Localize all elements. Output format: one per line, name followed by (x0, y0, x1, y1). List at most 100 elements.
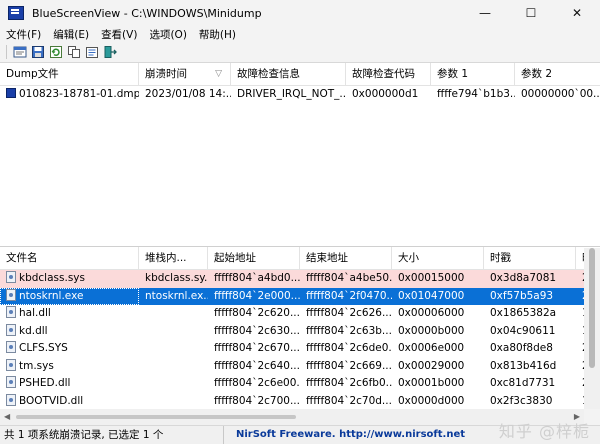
timestamp-cell: 0xf57b5a93 (490, 289, 554, 302)
driver-row[interactable]: kbdclass.sys kbdclass.sy... fffff804`a4bd0… (0, 270, 600, 288)
properties-icon[interactable] (85, 45, 99, 59)
column-header-size[interactable]: 大小 (392, 247, 484, 269)
file-icon (6, 376, 16, 388)
close-button[interactable]: ✕ (554, 0, 600, 26)
dump-file-name: 010823-18781-01.dmp (19, 88, 139, 100)
filename-cell: CLFS.SYS (0, 340, 139, 358)
dump-list-pane[interactable]: Dump文件 崩溃时间 ▽ 故障检查信息 故障检查代码 参数 1 参数 2 01… (0, 63, 600, 247)
column-header-filename[interactable]: 文件名 (0, 247, 139, 269)
stack-cell (139, 305, 208, 323)
end-address-cell: fffff804`2c626... (306, 307, 392, 319)
param1-cell: ffffe794`b1b3... (437, 88, 515, 100)
timestamp-cell: 0x1865382a (490, 307, 557, 319)
maximize-button[interactable]: ☐ (508, 0, 554, 26)
size-cell: 0x0006e000 (398, 342, 465, 354)
filename-cell: ntoskrnl.exe (0, 287, 139, 305)
driver-row[interactable]: hal.dll fffff804`2c620... fffff804`2c626..… (0, 305, 600, 323)
menu-view[interactable]: 查看(V) (95, 27, 143, 42)
watermark: 知乎 @梓栀 (498, 422, 590, 441)
menu-options[interactable]: 选项(O) (143, 27, 192, 42)
driver-row[interactable]: kd.dll fffff804`2c630... fffff804`2c63b...… (0, 323, 600, 341)
exit-icon[interactable] (103, 45, 117, 59)
driver-row[interactable]: ntoskrnl.exe ntoskrnl.ex... fffff804`2e000… (0, 287, 600, 305)
column-header-stack[interactable]: 堆栈内... (139, 247, 208, 269)
column-header-crash-time[interactable]: 崩溃时间 ▽ (139, 63, 231, 85)
size-cell: 0x00006000 (398, 307, 465, 319)
driver-list-pane[interactable]: 文件名 堆栈内... 起始地址 结束地址 大小 时戳 时 kbdclass.sy… (0, 247, 600, 409)
horizontal-scroll-thumb[interactable] (16, 415, 296, 419)
file-icon (6, 393, 16, 406)
end-address-cell: fffff804`2f0470... (306, 289, 392, 302)
bugcheck-code-cell: 0x000000d1 (352, 88, 419, 100)
toolbar-grip (6, 45, 7, 59)
copy-icon[interactable] (67, 45, 81, 59)
size-cell: 0x00015000 (398, 272, 465, 284)
end-address-cell: fffff804`a4be50... (306, 272, 392, 284)
start-address-cell: fffff804`a4bd0... (214, 272, 300, 284)
stack-cell (139, 340, 208, 358)
column-header-start-address[interactable]: 起始地址 (208, 247, 300, 269)
size-cell: 0x0000d000 (398, 394, 465, 407)
driver-file-name: PSHED.dll (19, 377, 71, 389)
nirsoft-link[interactable]: NirSoft Freeware. http://www.nirsoft.net (224, 426, 465, 444)
file-icon (6, 341, 16, 353)
menu-file[interactable]: 文件(F) (0, 27, 47, 42)
end-address-cell: fffff804`2c70d... (306, 394, 392, 407)
column-header-bugcheck-code[interactable]: 故障检查代码 (346, 63, 431, 85)
end-address-cell: fffff804`2c669... (306, 359, 392, 372)
window-controls: — ☐ ✕ (462, 0, 600, 26)
column-header-dump-file[interactable]: Dump文件 (0, 63, 139, 85)
driver-row[interactable]: PSHED.dll fffff804`2c6e00... fffff804`2c6f… (0, 375, 600, 393)
status-count: 共 1 项系统崩溃记录, 已选定 1 个 (0, 426, 224, 444)
end-address-cell: fffff804`2c6de0... (306, 342, 392, 354)
menu-bar: 文件(F) 编辑(E) 查看(V) 选项(O) 帮助(H) (0, 26, 600, 42)
timestamp-cell: 0xc81d7731 (490, 377, 556, 389)
start-address-cell: fffff804`2c700... (214, 394, 300, 407)
save-icon[interactable] (31, 45, 45, 59)
driver-file-name: hal.dll (19, 307, 51, 319)
file-icon (6, 306, 16, 318)
title-bar: BlueScreenView - C:\WINDOWS\Minidump — ☐… (0, 0, 600, 26)
driver-file-name: CLFS.SYS (19, 342, 68, 354)
driver-rows: kbdclass.sys kbdclass.sy... fffff804`a4bd0… (0, 270, 600, 409)
filename-cell: hal.dll (0, 305, 139, 323)
dump-file-icon (6, 88, 16, 98)
column-header-param1[interactable]: 参数 1 (431, 63, 515, 85)
end-address-cell: fffff804`2c6fb0... (306, 377, 392, 389)
driver-row[interactable]: tm.sys fffff804`2c640... fffff804`2c669...… (0, 358, 600, 376)
filename-cell: kbdclass.sys (0, 270, 139, 288)
vertical-scroll-thumb[interactable] (589, 248, 595, 368)
column-header-end-address[interactable]: 结束地址 (300, 247, 392, 269)
size-cell: 0x00029000 (398, 359, 465, 372)
horizontal-scrollbar[interactable]: ◀ ▶ (0, 409, 584, 425)
driver-list-header: 文件名 堆栈内... 起始地址 结束地址 大小 时戳 时 (0, 247, 600, 270)
start-address-cell: fffff804`2c670... (214, 342, 300, 354)
filename-cell: PSHED.dll (0, 375, 139, 393)
driver-row[interactable]: CLFS.SYS fffff804`2c670... fffff804`2c6de0… (0, 340, 600, 358)
vertical-scrollbar[interactable] (584, 248, 600, 409)
start-address-cell: fffff804`2c620... (214, 307, 300, 319)
menu-help[interactable]: 帮助(H) (193, 27, 242, 42)
column-header-bugcheck-string[interactable]: 故障检查信息 (231, 63, 346, 85)
timestamp-cell: 0xa80f8de8 (490, 342, 553, 354)
timestamp-cell: 0x2f3c3830 (490, 394, 553, 407)
app-icon (8, 6, 24, 20)
column-header-param2[interactable]: 参数 2 (515, 63, 600, 85)
dump-row[interactable]: 010823-18781-01.dmp 2023/01/08 14:... DR… (0, 86, 600, 104)
stack-cell (139, 323, 208, 341)
stack-cell: ntoskrnl.ex... (145, 289, 208, 302)
driver-row[interactable]: BOOTVID.dll fffff804`2c700... fffff804`2c7… (0, 393, 600, 410)
end-address-cell: fffff804`2c63b... (306, 324, 392, 337)
minimize-button[interactable]: — (462, 0, 508, 26)
column-header-timestamp[interactable]: 时戳 (484, 247, 576, 269)
menu-edit[interactable]: 编辑(E) (47, 27, 95, 42)
window-title: BlueScreenView - C:\WINDOWS\Minidump (32, 6, 262, 20)
html-report-icon[interactable] (13, 45, 27, 59)
crash-time-cell: 2023/01/08 14:... (145, 88, 231, 100)
file-icon (6, 323, 16, 336)
dump-file-cell: 010823-18781-01.dmp (0, 86, 139, 104)
scroll-left-arrow-icon[interactable]: ◀ (4, 412, 10, 421)
refresh-icon[interactable] (49, 45, 63, 59)
filename-cell: kd.dll (0, 323, 139, 341)
stack-cell: kbdclass.sy... (145, 272, 208, 284)
